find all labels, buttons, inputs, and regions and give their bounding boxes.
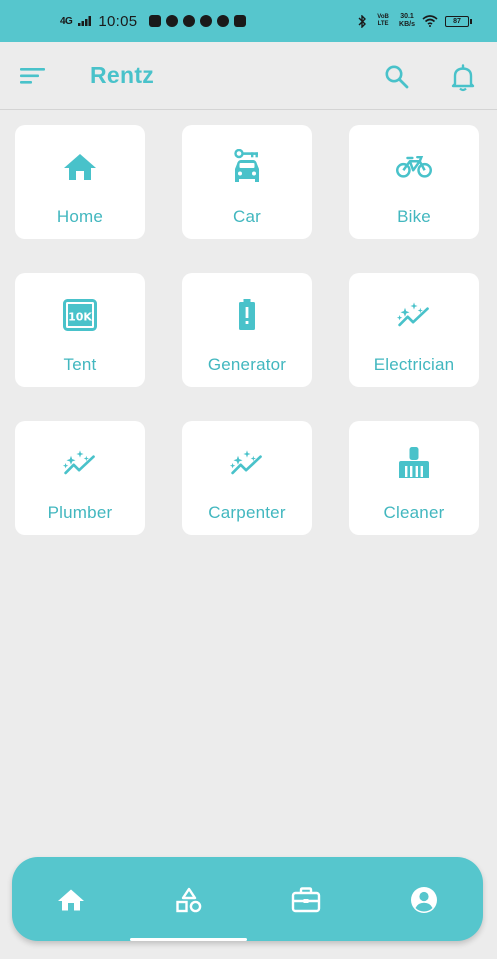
home-indicator [130,938,247,941]
bluetooth-icon [358,14,367,28]
app-a-icon [200,15,213,27]
category-card-home[interactable]: Home [15,125,145,239]
category-label: Cleaner [383,503,445,522]
category-label: Plumber [47,503,113,522]
signal-icon [78,16,92,26]
app-title: Rentz [90,62,155,88]
search-button[interactable] [384,64,410,90]
compass-app-icon [217,15,230,27]
youtube-icon [234,15,247,27]
search-icon [385,65,409,89]
briefcase-icon [291,887,321,913]
status-right: VoB LTE 30.1 KB/s 87 [357,13,472,29]
network-speed: 30.1 KB/s [399,13,415,28]
home-icon [58,889,84,911]
category-card-cleaner[interactable]: Cleaner [349,421,479,535]
category-label: Electrician [373,355,455,374]
car-rental-icon [229,149,265,185]
category-grid: Home Car Bike 10K Tent Generator Electri… [15,125,479,535]
category-label: Bike [397,207,431,226]
whatsapp-icon [166,15,179,27]
bell-icon [451,64,475,92]
account-circle-icon [411,887,437,913]
status-left: 4G 10:05 [60,12,247,30]
notifications-button[interactable] [450,64,476,92]
category-card-plumber[interactable]: Plumber [15,421,145,535]
nav-categories-button[interactable] [174,885,204,915]
10k-icon: 10K [62,297,98,333]
category-label: Carpenter [208,503,286,522]
sparkle-icon [396,297,432,333]
leaf-app-icon [183,15,196,27]
battery-indicator: 87 [445,15,472,27]
category-label: Tent [63,355,97,374]
bottom-navigation [12,857,483,941]
notification-icons [149,15,247,27]
svg-text:10K: 10K [68,311,92,324]
clock: 10:05 [98,12,138,30]
bike-icon [396,149,432,185]
category-label: Generator [207,355,287,374]
category-label: Car [233,207,261,226]
category-card-bike[interactable]: Bike [349,125,479,239]
sparkle-icon [229,445,265,481]
nav-profile-button[interactable] [409,885,439,915]
volte-indicator: VoB LTE [377,14,389,27]
network-type: 4G [60,15,73,27]
menu-button[interactable] [20,66,46,86]
category-card-electrician[interactable]: Electrician [349,273,479,387]
category-card-generator[interactable]: Generator [182,273,312,387]
home-icon [62,149,98,185]
sort-menu-icon [20,68,45,84]
category-card-carpenter[interactable]: Carpenter [182,421,312,535]
category-label: Home [56,207,104,226]
nav-home-button[interactable] [56,885,86,915]
sparkle-icon [62,445,98,481]
category-card-car[interactable]: Car [182,125,312,239]
cleaning-brush-icon [396,445,432,481]
status-bar: 4G 10:05 VoB LTE 30.1 KB/s 87 [0,0,497,42]
battery-alert-icon [229,297,265,333]
nav-bookings-button[interactable] [291,885,321,915]
category-icon [176,887,202,913]
category-card-tent[interactable]: 10K Tent [15,273,145,387]
app-bar: Rentz [0,42,497,110]
wifi-icon [422,15,438,27]
youtube-icon [149,15,162,27]
